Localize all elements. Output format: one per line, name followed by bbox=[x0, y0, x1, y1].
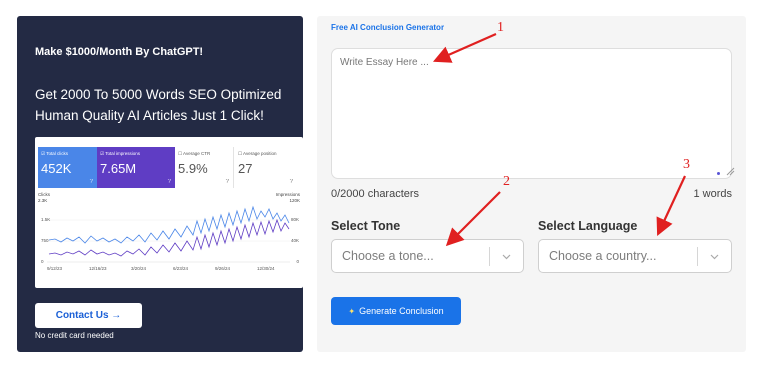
generate-conclusion-button[interactable]: ✦ Generate Conclusion bbox=[331, 297, 461, 325]
date-tick: 3/20/24 bbox=[131, 266, 147, 271]
sparkle-icon: ✦ bbox=[348, 307, 356, 316]
conclusion-generator-form: Free AI Conclusion Generator 0/2000 char… bbox=[317, 16, 746, 352]
grammar-indicator-icon bbox=[717, 172, 720, 175]
language-select[interactable]: Choose a country... bbox=[538, 239, 732, 273]
left-tick: 1.5K bbox=[41, 217, 51, 222]
language-placeholder: Choose a country... bbox=[549, 249, 657, 263]
generate-label: Generate Conclusion bbox=[359, 306, 444, 316]
date-tick: 9/26/24 bbox=[215, 266, 231, 271]
analytics-dashboard-image: ☑ Total clicks 452K ? ☑ Total impression… bbox=[35, 137, 303, 288]
language-label: Select Language bbox=[538, 219, 638, 233]
left-tick: 0 bbox=[41, 259, 44, 264]
select-divider bbox=[489, 247, 490, 266]
page: Make $1000/Month By ChatGPT! Get 2000 To… bbox=[0, 0, 768, 371]
resize-handle-icon[interactable] bbox=[725, 166, 735, 176]
tone-select[interactable]: Choose a tone... bbox=[331, 239, 524, 273]
select-divider bbox=[697, 247, 698, 266]
chevron-down-icon bbox=[710, 254, 719, 260]
tone-label: Select Tone bbox=[331, 219, 401, 233]
date-tick: 9/12/23 bbox=[47, 266, 63, 271]
annotation-marker-1: 1 bbox=[497, 20, 504, 35]
no-credit-card-note: No credit card needed bbox=[35, 331, 114, 340]
right-tick: 80K bbox=[290, 217, 299, 222]
clicks-line bbox=[48, 205, 290, 244]
right-tick: 40K bbox=[290, 238, 299, 243]
tone-placeholder: Choose a tone... bbox=[342, 249, 434, 263]
date-tick: 12/16/23 bbox=[89, 266, 107, 271]
right-tick: 0 bbox=[296, 259, 299, 264]
annotation-marker-3: 3 bbox=[683, 157, 690, 172]
annotation-marker-2: 2 bbox=[503, 174, 510, 189]
date-tick: 6/23/24 bbox=[173, 266, 189, 271]
impressions-line bbox=[48, 218, 290, 257]
essay-input[interactable] bbox=[331, 48, 732, 179]
promo-eyebrow: Make $1000/Month By ChatGPT! bbox=[35, 46, 204, 58]
promo-headline: Get 2000 To 5000 Words SEO Optimized Hum… bbox=[35, 87, 282, 123]
left-tick: 750 bbox=[41, 238, 49, 243]
chevron-down-icon bbox=[502, 254, 511, 260]
form-title: Free AI Conclusion Generator bbox=[331, 23, 445, 32]
contact-us-button[interactable]: Contact Us → bbox=[35, 303, 142, 328]
word-count: 1 words bbox=[693, 188, 732, 200]
date-tick: 12/30/24 bbox=[257, 266, 275, 271]
promo-banner: Make $1000/Month By ChatGPT! Get 2000 To… bbox=[17, 16, 303, 352]
character-count: 0/2000 characters bbox=[331, 188, 420, 200]
